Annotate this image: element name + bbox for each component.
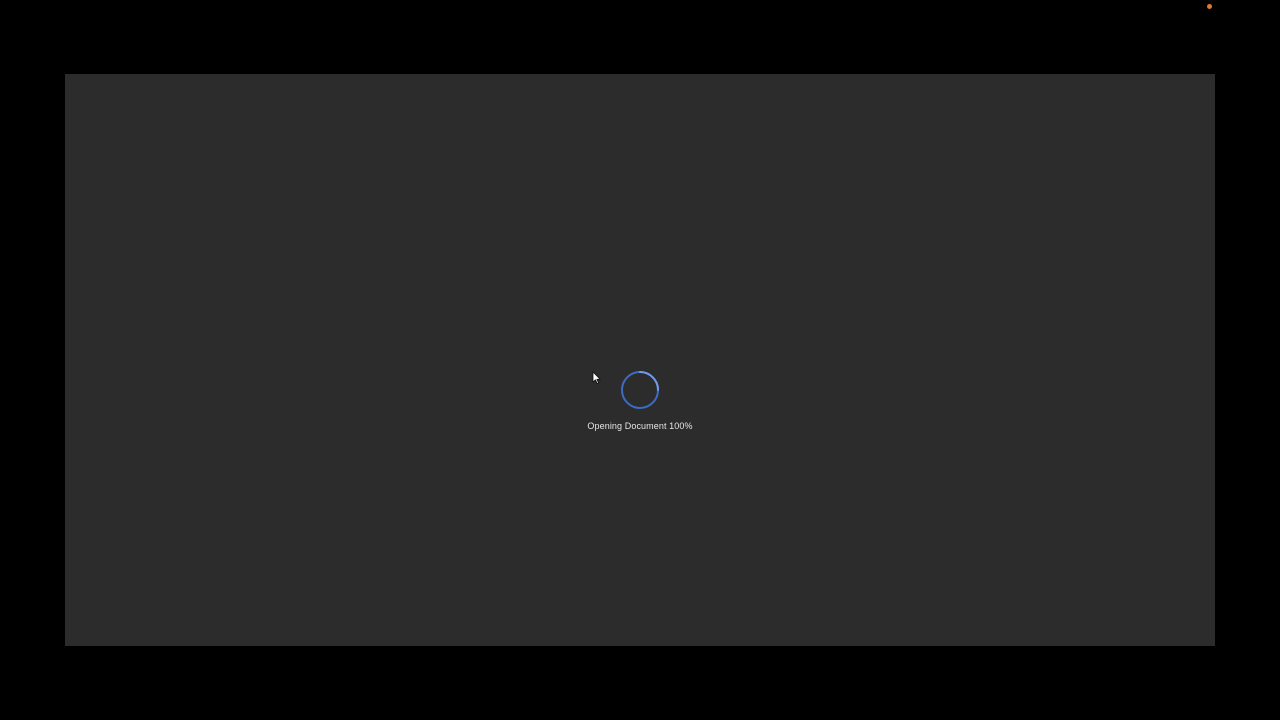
spinner-icon [621,371,659,409]
mouse-cursor-icon [592,371,601,384]
status-dot-icon [1207,4,1212,9]
loading-indicator: Opening Document 100% [65,370,1215,432]
loading-status-text: Opening Document 100% [587,420,692,432]
app-window: Opening Document 100% [65,74,1215,646]
loading-label: Opening Document [587,421,667,431]
screen: Opening Document 100% [0,0,1280,720]
loading-percent: 100% [669,421,693,431]
